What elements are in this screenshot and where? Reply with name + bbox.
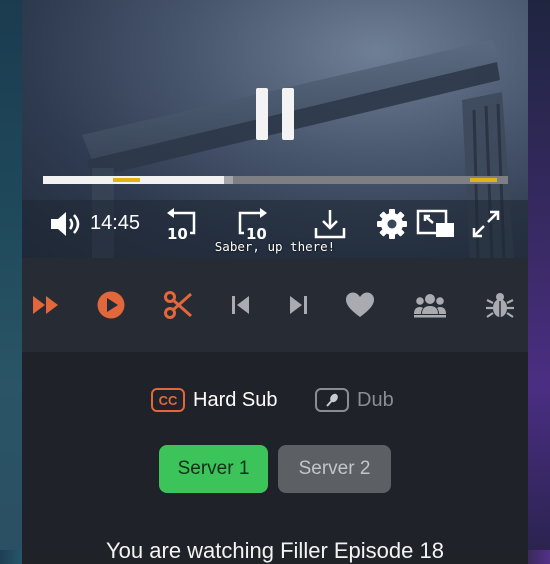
dub-option[interactable]: Dub: [315, 388, 394, 412]
episode-panel: CC Hard Sub Dub Server 1 Server 2 You ar…: [22, 352, 528, 563]
video-player[interactable]: 14:45 10 10 Saber, up there!: [22, 0, 528, 258]
favorite-icon: [346, 292, 374, 317]
rewind-10-button[interactable]: 10: [160, 204, 200, 244]
forward-10-button[interactable]: 10: [234, 204, 274, 244]
next-episode-button[interactable]: [280, 287, 316, 323]
cc-badge: CC: [151, 388, 185, 412]
fullscreen-icon: [472, 210, 500, 238]
hard-sub-option[interactable]: CC Hard Sub: [151, 388, 278, 412]
microphone-icon: [315, 388, 349, 412]
hard-sub-label: Hard Sub: [193, 388, 278, 411]
report-icon: [486, 293, 514, 318]
picture-in-picture-button[interactable]: [416, 204, 456, 244]
auto-skip-icon: [164, 291, 192, 319]
previous-episode-icon: [232, 296, 249, 314]
dub-label: Dub: [357, 388, 394, 411]
favorite-button[interactable]: [342, 287, 378, 323]
next-episode-icon: [290, 296, 307, 314]
auto-next-button[interactable]: [28, 287, 64, 323]
report-button[interactable]: [482, 287, 518, 323]
rewind-10-icon: 10: [167, 208, 196, 241]
left-background: [0, 0, 22, 550]
watch-together-icon: [414, 294, 446, 318]
picture-in-picture-icon: [416, 209, 454, 237]
now-watching-text: You are watching Filler Episode 18: [106, 538, 444, 563]
auto-skip-button[interactable]: [160, 287, 196, 323]
auto-next-icon: [33, 296, 58, 314]
download-icon: [314, 210, 346, 239]
forward-10-icon: 10: [238, 208, 267, 241]
settings-icon: [377, 209, 407, 239]
server-1-button[interactable]: Server 1: [159, 445, 268, 493]
current-time: 14:45: [90, 212, 141, 234]
watch-together-button[interactable]: [412, 287, 448, 323]
settings-button[interactable]: [374, 204, 410, 244]
autoplay-button[interactable]: [93, 287, 129, 323]
download-button[interactable]: [312, 204, 348, 244]
chapter-mark: [113, 178, 141, 182]
subtitle-text: Saber, up there!: [214, 239, 336, 254]
player-toolbar: [22, 258, 528, 352]
chapter-mark: [469, 178, 497, 182]
volume-icon: [51, 212, 80, 236]
server-2-button[interactable]: Server 2: [278, 445, 391, 493]
volume-button[interactable]: [48, 204, 84, 244]
fullscreen-button[interactable]: [468, 204, 504, 244]
autoplay-icon: [97, 291, 125, 319]
pause-button[interactable]: [256, 88, 296, 140]
right-background: [528, 0, 550, 550]
progress-bar[interactable]: [43, 176, 508, 184]
previous-episode-button[interactable]: [223, 287, 259, 323]
